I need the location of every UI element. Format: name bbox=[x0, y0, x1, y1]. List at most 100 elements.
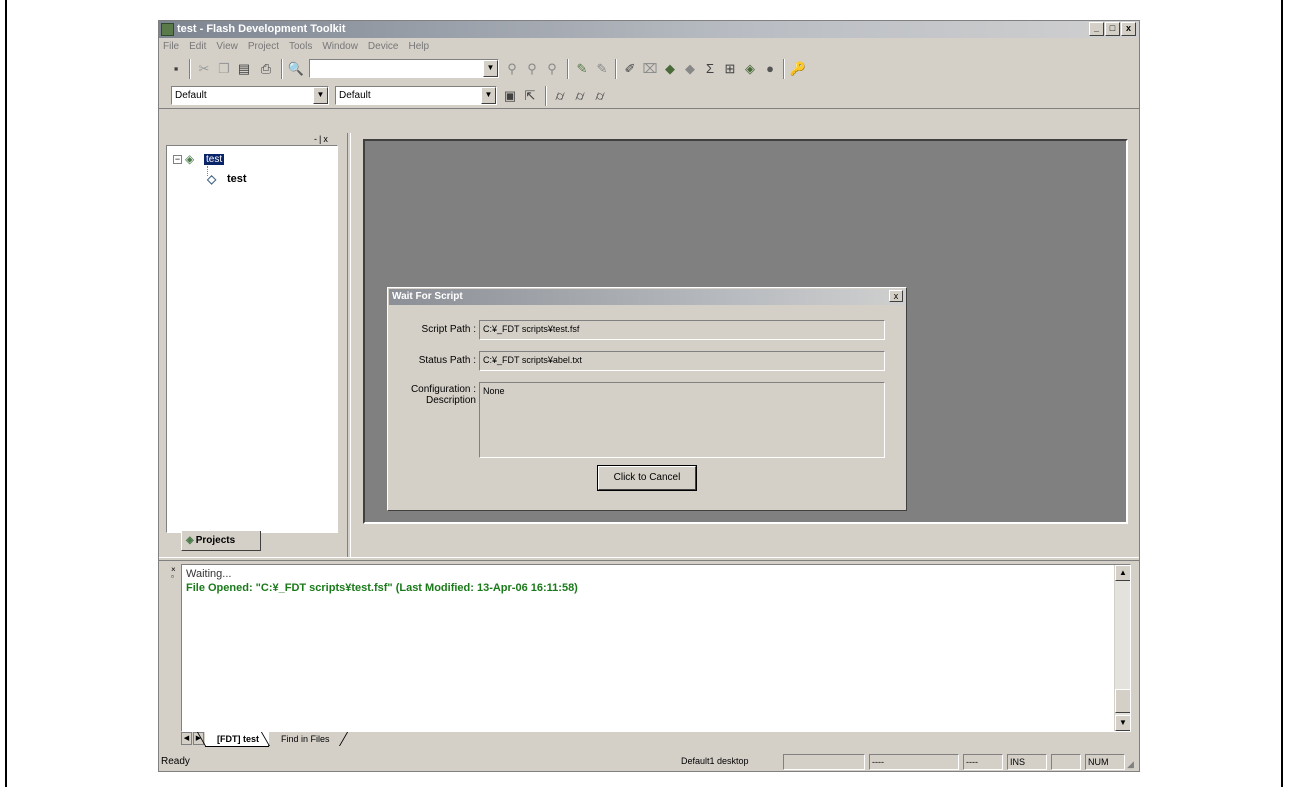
tree-child-label: test bbox=[227, 173, 247, 185]
chevron-down-icon[interactable]: ▼ bbox=[481, 87, 496, 104]
split-icon[interactable]: ⇱ bbox=[521, 87, 539, 105]
scroll-up-icon[interactable]: ▲ bbox=[1115, 565, 1130, 581]
toolbar-separator bbox=[615, 59, 617, 79]
status-bar: Ready Default1 desktop ---- ---- INS NUM… bbox=[159, 753, 1139, 771]
find-combo[interactable]: ▼ bbox=[309, 59, 499, 78]
erase-icon[interactable]: ✐ bbox=[621, 60, 639, 78]
project-panel: -|x − ◈ test ◇ test ◈ Projects bbox=[163, 133, 343, 551]
page-frame-right bbox=[1281, 0, 1283, 787]
connect-icon[interactable]: ✎ bbox=[573, 60, 591, 78]
description-label: Description bbox=[425, 395, 476, 406]
tree-root-label: test bbox=[204, 153, 225, 165]
print-icon[interactable]: ⎙ bbox=[257, 60, 275, 78]
menu-file[interactable]: File bbox=[163, 39, 179, 55]
projects-tab-icon: ◈ bbox=[186, 534, 194, 546]
copy-icon[interactable]: ❐ bbox=[215, 60, 233, 78]
menu-edit[interactable]: Edit bbox=[189, 39, 206, 55]
output-log: Waiting... File Opened: "C:¥_FDT scripts… bbox=[181, 564, 1131, 732]
tab-projects-label: Projects bbox=[195, 534, 236, 546]
bookmark-icon[interactable]: ⌭ bbox=[551, 87, 569, 105]
replace-icon[interactable]: ⚲ bbox=[543, 60, 561, 78]
compare-icon[interactable]: ⊞ bbox=[721, 60, 739, 78]
tab-fdt-test[interactable]: [FDT] test bbox=[205, 732, 269, 747]
cut-icon[interactable]: ✂ bbox=[195, 60, 213, 78]
configuration-combo[interactable]: Default ▼ bbox=[335, 86, 497, 105]
window-list-icon[interactable]: ▣ bbox=[501, 87, 519, 105]
bookmark-prev-icon[interactable]: ⌭ bbox=[591, 87, 609, 105]
menu-device[interactable]: Device bbox=[368, 39, 399, 55]
stop-icon[interactable]: ● bbox=[761, 60, 779, 78]
menu-view[interactable]: View bbox=[216, 39, 238, 55]
dialog-close-button[interactable]: x bbox=[889, 290, 903, 302]
output-panel: × ▫ Waiting... File Opened: "C:¥_FDT scri… bbox=[169, 564, 1133, 748]
scroll-down-icon[interactable]: ▼ bbox=[1115, 715, 1130, 731]
output-close-icon[interactable]: × ▫ bbox=[171, 566, 179, 581]
script-path-field: C:¥_FDT scripts¥test.fsf bbox=[479, 320, 885, 340]
collapse-icon[interactable]: − bbox=[173, 154, 182, 164]
configuration-combo-value: Default bbox=[339, 90, 371, 101]
upload-icon[interactable]: ◆ bbox=[661, 60, 679, 78]
disconnect-icon[interactable]: ✎ bbox=[593, 60, 611, 78]
tab-find-in-files[interactable]: Find in Files bbox=[269, 732, 340, 746]
menu-window[interactable]: Window bbox=[322, 39, 358, 55]
session-combo-value: Default bbox=[175, 90, 207, 101]
project-icon: ◇ bbox=[207, 172, 217, 186]
toolbar-separator bbox=[783, 59, 785, 79]
menu-bar: File Edit View Project Tools Window Devi… bbox=[159, 39, 429, 55]
app-window: test - Flash Development Toolkit _ □ x F… bbox=[158, 20, 1140, 772]
checksum-icon[interactable]: Σ bbox=[701, 60, 719, 78]
output-scrollbar[interactable]: ▲ ▼ bbox=[1114, 565, 1130, 731]
chevron-down-icon[interactable]: ▼ bbox=[483, 60, 498, 77]
minimize-button[interactable]: _ bbox=[1089, 22, 1104, 36]
find-next-icon[interactable]: ⚲ bbox=[523, 60, 541, 78]
status-path-field: C:¥_FDT scripts¥abel.txt bbox=[479, 351, 885, 371]
output-line: File Opened: "C:¥_FDT scripts¥test.fsf" … bbox=[186, 582, 578, 594]
toolbar-separator bbox=[189, 59, 191, 79]
download-icon[interactable]: ◆ bbox=[681, 60, 699, 78]
tree-item-workspace[interactable]: − ◈ test bbox=[173, 152, 225, 166]
status-pane-4: ---- bbox=[963, 754, 1003, 770]
horizontal-splitter[interactable] bbox=[159, 557, 1139, 561]
status-path-label: Status Path : bbox=[418, 355, 476, 366]
workspace-icon: ◈ bbox=[185, 152, 195, 166]
scroll-thumb[interactable] bbox=[1115, 689, 1130, 713]
program-icon[interactable]: ◈ bbox=[741, 60, 759, 78]
standard-toolbar: ▪ ✂ ❐ ▤ ⎙ 🔍 ▼ ⚲ ⚲ ⚲ ✎ ✎ ✐ ⌧ ◆ ◆ Σ ⊞ ◈ ● … bbox=[159, 56, 1139, 82]
paste-icon[interactable]: ▤ bbox=[235, 60, 253, 78]
title-bar: test - Flash Development Toolkit _ □ x bbox=[159, 21, 1139, 38]
menu-help[interactable]: Help bbox=[409, 39, 430, 55]
bookmark-next-icon[interactable]: ⌭ bbox=[571, 87, 589, 105]
menu-project[interactable]: Project bbox=[248, 39, 279, 55]
find-icon[interactable]: 🔍 bbox=[287, 60, 305, 78]
cancel-button[interactable]: Click to Cancel bbox=[598, 466, 696, 490]
status-ins: INS bbox=[1007, 754, 1047, 770]
chevron-down-icon[interactable]: ▼ bbox=[313, 87, 328, 104]
options-icon[interactable]: 🔑 bbox=[789, 60, 807, 78]
session-combo[interactable]: Default ▼ bbox=[171, 86, 329, 105]
configuration-description-field: None bbox=[479, 382, 885, 458]
wait-for-script-dialog: Wait For Script x Script Path : C:¥_FDT … bbox=[387, 287, 907, 511]
maximize-button[interactable]: □ bbox=[1105, 22, 1120, 36]
status-pane-2 bbox=[783, 754, 865, 770]
close-button[interactable]: x bbox=[1121, 22, 1136, 36]
blank-check-icon[interactable]: ⌧ bbox=[641, 60, 659, 78]
window-title: test - Flash Development Toolkit bbox=[177, 23, 346, 35]
tab-scroll-left-icon[interactable]: ◀ bbox=[181, 732, 192, 745]
app-icon bbox=[161, 23, 174, 36]
project-tree: − ◈ test ◇ test bbox=[166, 145, 338, 533]
save-icon[interactable]: ▪ bbox=[167, 60, 185, 78]
toolbar-separator bbox=[545, 86, 547, 106]
tab-projects[interactable]: ◈ Projects bbox=[181, 531, 261, 551]
vertical-splitter[interactable] bbox=[347, 133, 351, 557]
panel-close-icon[interactable]: -|x bbox=[314, 135, 340, 145]
window-controls: _ □ x bbox=[1089, 22, 1136, 36]
resize-grip-icon[interactable]: ◢ bbox=[1127, 759, 1137, 769]
config-toolbar: Default ▼ Default ▼ ▣ ⇱ ⌭ ⌭ ⌭ bbox=[159, 83, 1139, 109]
output-line: Waiting... bbox=[186, 568, 232, 580]
tree-item-project[interactable]: ◇ test bbox=[207, 172, 247, 186]
script-path-label: Script Path : bbox=[421, 324, 476, 335]
status-ready: Ready bbox=[161, 756, 190, 767]
status-num: NUM bbox=[1085, 754, 1125, 770]
menu-tools[interactable]: Tools bbox=[289, 39, 312, 55]
find-in-files-icon[interactable]: ⚲ bbox=[503, 60, 521, 78]
